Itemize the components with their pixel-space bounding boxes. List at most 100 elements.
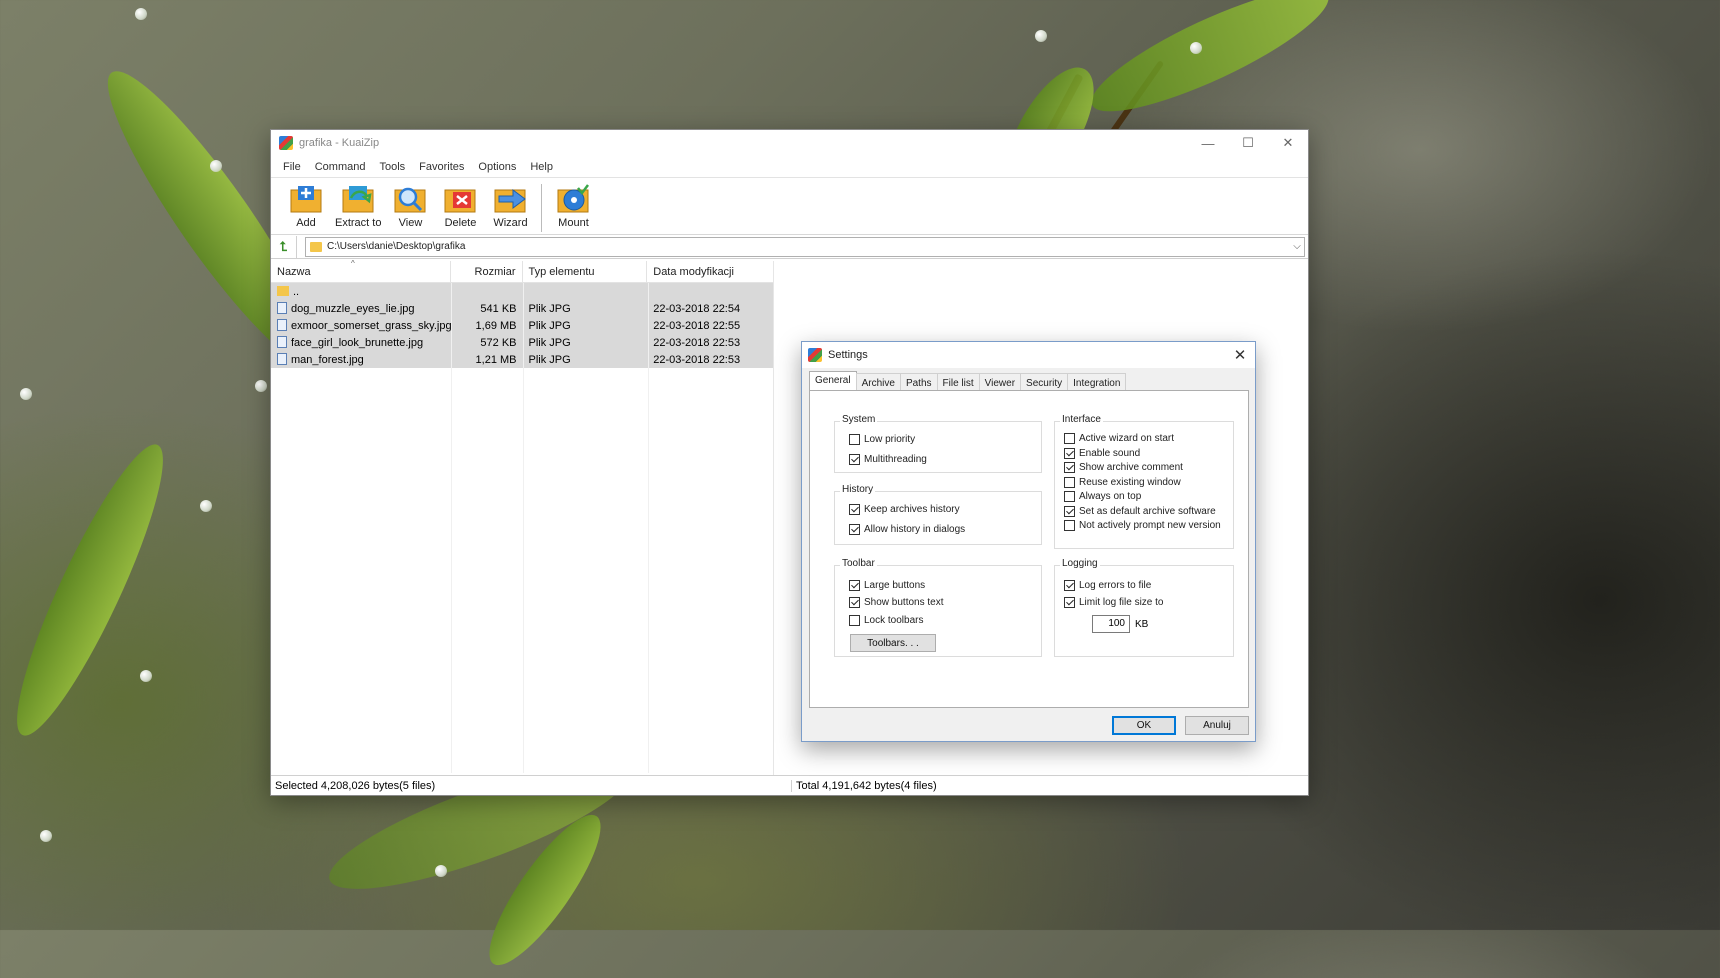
column-divider <box>523 283 524 773</box>
settings-title: Settings <box>828 349 868 361</box>
extract-to-label: Extract to <box>335 217 382 229</box>
minimize-button[interactable]: — <box>1188 130 1228 156</box>
always-on-top-checkbox[interactable]: Always on top <box>1064 491 1141 502</box>
view-button[interactable]: View <box>389 184 431 229</box>
default-archive-software-checkbox[interactable]: Set as default archive software <box>1064 506 1216 517</box>
table-row[interactable]: dog_muzzle_eyes_lie.jpg 541 KB Plik JPG … <box>271 300 773 317</box>
delete-button[interactable]: Delete <box>439 184 481 229</box>
toolbars-button[interactable]: Toolbars. . . <box>850 634 936 652</box>
checkbox-box <box>1064 433 1075 444</box>
checkbox-box <box>849 454 860 465</box>
file-type: Plik JPG <box>528 302 571 315</box>
interface-group: Interface Active wizard on start Enable … <box>1054 414 1234 549</box>
menu-command[interactable]: Command <box>315 161 366 173</box>
kuaizip-logo-icon <box>808 348 822 362</box>
ok-button[interactable]: OK <box>1112 716 1176 735</box>
tab-security[interactable]: Security <box>1020 373 1069 391</box>
lock-toolbars-checkbox[interactable]: Lock toolbars <box>849 615 923 626</box>
tab-integration[interactable]: Integration <box>1067 373 1127 391</box>
checkbox-box <box>1064 477 1075 488</box>
low-priority-checkbox[interactable]: Low priority <box>849 434 915 445</box>
menu-tools[interactable]: Tools <box>379 161 405 173</box>
image-file-icon <box>277 336 287 348</box>
delete-label: Delete <box>444 217 477 229</box>
no-prompt-new-version-checkbox[interactable]: Not actively prompt new version <box>1064 520 1221 531</box>
add-label: Add <box>296 217 316 229</box>
active-wizard-checkbox[interactable]: Active wizard on start <box>1064 433 1174 444</box>
table-row[interactable]: man_forest.jpg 1,21 MB Plik JPG 22-03-20… <box>271 351 773 368</box>
file-name: man_forest.jpg <box>291 354 364 366</box>
wizard-button[interactable]: Wizard <box>489 184 531 229</box>
menu-help[interactable]: Help <box>530 161 553 173</box>
tab-paths[interactable]: Paths <box>899 373 938 391</box>
table-row[interactable]: .. <box>271 283 773 300</box>
file-list-body: .. dog_muzzle_eyes_lie.jpg 541 KB Plik J… <box>271 283 773 773</box>
maximize-button[interactable]: ☐ <box>1228 130 1268 156</box>
tab-archive[interactable]: Archive <box>855 373 901 391</box>
mount-button[interactable]: Mount <box>552 184 594 229</box>
large-buttons-checkbox[interactable]: Large buttons <box>849 580 925 591</box>
checkbox-box <box>849 597 860 608</box>
column-type[interactable]: Typ elementu <box>523 261 648 282</box>
menu-bar: File Command Tools Favorites Options Hel… <box>271 156 1308 178</box>
image-file-icon <box>277 353 287 365</box>
table-row[interactable]: exmoor_somerset_grass_sky.jpg 1,69 MB Pl… <box>271 317 773 334</box>
window-title: grafika - KuaiZip <box>299 137 380 149</box>
mount-label: Mount <box>558 217 589 229</box>
checkbox-box <box>1064 597 1075 608</box>
cancel-button[interactable]: Anuluj <box>1185 716 1249 735</box>
file-list-header: Nazwa ^ Rozmiar Typ elementu Data modyfi… <box>271 259 773 283</box>
extract-to-button[interactable]: Extract to <box>335 184 381 229</box>
column-divider <box>451 283 452 773</box>
view-label: View <box>398 217 423 229</box>
enable-sound-checkbox[interactable]: Enable sound <box>1064 448 1140 459</box>
magnifier-icon <box>393 184 427 214</box>
file-name: .. <box>293 285 300 298</box>
logging-group: Logging Log errors to file Limit log fil… <box>1054 558 1234 657</box>
file-date: 22-03-2018 22:53 <box>653 336 741 349</box>
limit-log-size-checkbox[interactable]: Limit log file size to <box>1064 597 1163 608</box>
checkbox-box <box>1064 506 1075 517</box>
close-button[interactable]: ✕ <box>1268 130 1308 156</box>
file-type: Plik JPG <box>528 353 571 366</box>
column-name[interactable]: Nazwa ^ <box>271 259 451 282</box>
history-group: History Keep archives history Allow hist… <box>834 484 1042 545</box>
reuse-window-checkbox[interactable]: Reuse existing window <box>1064 477 1181 488</box>
column-size[interactable]: Rozmiar <box>451 261 523 282</box>
toolbar-separator <box>541 184 543 232</box>
address-bar: ⮤ C:\Users\danie\Desktop\grafika ⌵ <box>271 235 1308 259</box>
general-tab-panel: System Low priority Multithreading Histo… <box>809 390 1249 708</box>
checkbox-box <box>849 615 860 626</box>
settings-title-bar[interactable]: Settings ✕ <box>802 342 1255 368</box>
title-bar[interactable]: grafika - KuaiZip — ☐ ✕ <box>271 130 1308 156</box>
file-name: face_girl_look_brunette.jpg <box>291 337 424 349</box>
log-errors-checkbox[interactable]: Log errors to file <box>1064 580 1151 591</box>
column-date[interactable]: Data modyfikacji <box>647 261 773 282</box>
menu-options[interactable]: Options <box>478 161 516 173</box>
tab-general[interactable]: General <box>809 371 857 391</box>
add-button[interactable]: Add <box>285 184 327 229</box>
status-bar: Selected 4,208,026 bytes(5 files) Total … <box>271 775 1308 795</box>
menu-favorites[interactable]: Favorites <box>419 161 464 173</box>
settings-close-button[interactable]: ✕ <box>1225 346 1255 364</box>
checkbox-box <box>1064 580 1075 591</box>
show-archive-comment-checkbox[interactable]: Show archive comment <box>1064 462 1183 473</box>
checkbox-box <box>849 434 860 445</box>
path-input[interactable]: C:\Users\danie\Desktop\grafika ⌵ <box>305 236 1305 257</box>
tab-file-list[interactable]: File list <box>936 373 980 391</box>
up-folder-button[interactable]: ⮤ <box>271 235 297 258</box>
multithreading-checkbox[interactable]: Multithreading <box>849 454 927 465</box>
file-date: 22-03-2018 22:54 <box>653 302 741 315</box>
chevron-down-icon[interactable]: ⌵ <box>1290 241 1304 252</box>
menu-file[interactable]: File <box>283 161 301 173</box>
checkbox-box <box>1064 462 1075 473</box>
checkbox-box <box>1064 448 1075 459</box>
keep-archives-history-checkbox[interactable]: Keep archives history <box>849 504 960 515</box>
log-size-input[interactable]: 100 <box>1092 615 1130 633</box>
table-row[interactable]: face_girl_look_brunette.jpg 572 KB Plik … <box>271 334 773 351</box>
file-name: exmoor_somerset_grass_sky.jpg <box>291 320 451 332</box>
logging-group-label: Logging <box>1060 558 1100 569</box>
tab-viewer[interactable]: Viewer <box>978 373 1022 391</box>
show-buttons-text-checkbox[interactable]: Show buttons text <box>849 597 944 608</box>
allow-history-dialogs-checkbox[interactable]: Allow history in dialogs <box>849 524 965 535</box>
